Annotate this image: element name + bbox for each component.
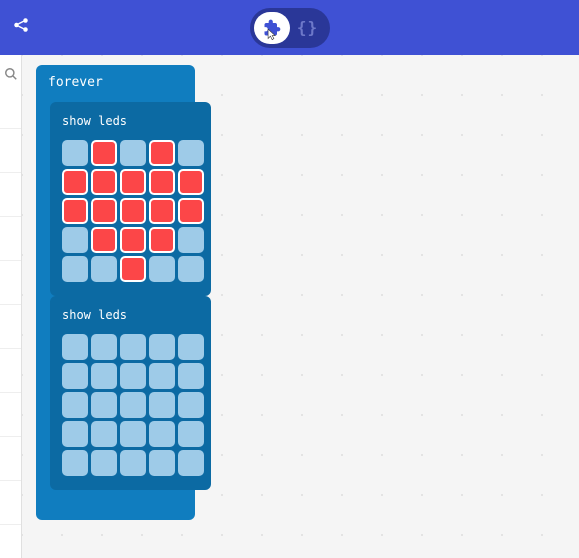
led-cell[interactable]: [91, 334, 117, 360]
led-cell[interactable]: [178, 363, 204, 389]
braces-icon: {}: [297, 18, 318, 37]
toolbox-category[interactable]: [0, 393, 21, 437]
toolbox-category[interactable]: [0, 173, 21, 217]
led-cell[interactable]: [149, 227, 175, 253]
led-cell[interactable]: [91, 363, 117, 389]
led-cell[interactable]: [62, 227, 88, 253]
led-cell[interactable]: [62, 450, 88, 476]
led-cell[interactable]: [178, 198, 204, 224]
cursor-icon: [264, 28, 278, 42]
led-cell[interactable]: [91, 227, 117, 253]
led-cell[interactable]: [62, 169, 88, 195]
led-cell[interactable]: [149, 198, 175, 224]
led-cell[interactable]: [149, 140, 175, 166]
led-cell[interactable]: [149, 392, 175, 418]
led-cell[interactable]: [62, 363, 88, 389]
show-leds-block-1[interactable]: show leds: [50, 102, 211, 296]
toolbox-category[interactable]: [0, 85, 21, 129]
led-cell[interactable]: [178, 450, 204, 476]
share-icon[interactable]: [12, 16, 30, 39]
led-cell[interactable]: [120, 421, 146, 447]
led-cell[interactable]: [120, 392, 146, 418]
show-leds-label: show leds: [56, 302, 205, 332]
led-cell[interactable]: [120, 450, 146, 476]
led-grid-1: [56, 138, 205, 286]
led-cell[interactable]: [178, 256, 204, 282]
led-cell[interactable]: [120, 198, 146, 224]
blocks-mode-button[interactable]: [254, 12, 290, 44]
led-cell[interactable]: [91, 392, 117, 418]
led-cell[interactable]: [178, 140, 204, 166]
led-cell[interactable]: [178, 227, 204, 253]
forever-block[interactable]: forever show leds show leds: [36, 65, 195, 520]
top-bar: {}: [0, 0, 579, 55]
toolbox-category[interactable]: [0, 305, 21, 349]
show-leds-label: show leds: [56, 108, 205, 138]
led-cell[interactable]: [149, 334, 175, 360]
toolbox-sidebar: [0, 55, 22, 558]
toolbox-category[interactable]: [0, 129, 21, 173]
led-cell[interactable]: [178, 334, 204, 360]
led-cell[interactable]: [120, 169, 146, 195]
led-cell[interactable]: [62, 392, 88, 418]
led-cell[interactable]: [120, 334, 146, 360]
toolbox-category[interactable]: [0, 261, 21, 305]
code-mode-button[interactable]: {}: [290, 12, 326, 44]
led-cell[interactable]: [91, 140, 117, 166]
led-cell[interactable]: [178, 392, 204, 418]
search-icon[interactable]: [4, 67, 18, 85]
led-cell[interactable]: [149, 421, 175, 447]
show-leds-block-2[interactable]: show leds: [50, 296, 211, 490]
led-cell[interactable]: [149, 256, 175, 282]
led-grid-2: [56, 332, 205, 480]
led-cell[interactable]: [62, 334, 88, 360]
main-area: forever show leds show leds: [0, 55, 579, 558]
led-cell[interactable]: [62, 421, 88, 447]
led-cell[interactable]: [149, 450, 175, 476]
led-cell[interactable]: [178, 421, 204, 447]
led-cell[interactable]: [178, 169, 204, 195]
led-cell[interactable]: [149, 363, 175, 389]
toolbox-category[interactable]: [0, 217, 21, 261]
led-cell[interactable]: [149, 169, 175, 195]
toolbox-category[interactable]: [0, 349, 21, 393]
led-cell[interactable]: [120, 227, 146, 253]
toolbox-category[interactable]: [0, 481, 21, 525]
led-cell[interactable]: [91, 450, 117, 476]
led-cell[interactable]: [62, 256, 88, 282]
led-cell[interactable]: [62, 140, 88, 166]
forever-label: forever: [36, 65, 195, 102]
led-cell[interactable]: [120, 140, 146, 166]
workspace[interactable]: forever show leds show leds: [22, 55, 579, 558]
led-cell[interactable]: [91, 169, 117, 195]
led-cell[interactable]: [120, 363, 146, 389]
led-cell[interactable]: [120, 256, 146, 282]
led-cell[interactable]: [91, 421, 117, 447]
mode-toggle: {}: [250, 8, 330, 48]
led-cell[interactable]: [91, 256, 117, 282]
toolbox-category[interactable]: [0, 437, 21, 481]
led-cell[interactable]: [62, 198, 88, 224]
led-cell[interactable]: [91, 198, 117, 224]
